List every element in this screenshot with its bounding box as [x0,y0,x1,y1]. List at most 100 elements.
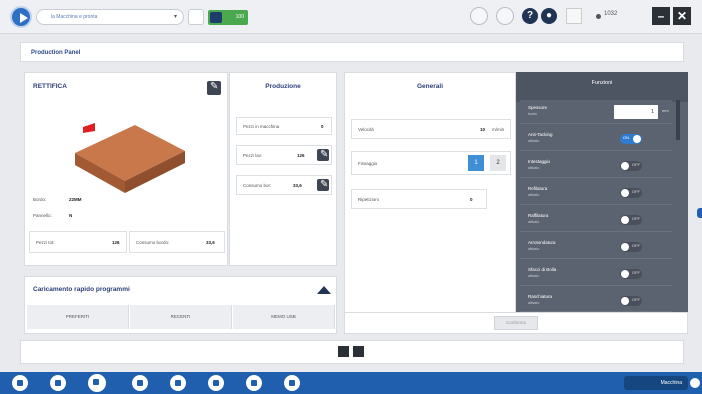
function-item: Refilatura attivato OFF [520,181,672,205]
status-green-badge: 100 [208,10,248,25]
program-selector-text: la Macchina e pronta [51,14,98,20]
playback-bar [20,340,684,364]
function-toggle[interactable]: OFF [620,161,642,171]
program-selector[interactable]: la Macchina e pronta ▾ [36,9,184,25]
play-small-icon[interactable] [353,346,364,357]
round-button-2[interactable] [496,7,514,25]
machine-status-badge[interactable]: Macchina [624,376,688,390]
pezzi-tot-field: Pezzi tot: 126 [29,231,127,253]
stop-icon[interactable] [338,346,349,357]
pezzi-value: 126 [112,240,120,245]
bordo-value: 22MM [69,197,82,202]
fissaggio-field: Fissaggio 1 2 [351,151,511,175]
reset-icon[interactable] [317,179,329,191]
close-button[interactable]: ✕ [673,7,691,25]
alert-icon[interactable] [208,375,224,391]
produzione-row: Consumo bor: 33,6 [236,175,332,195]
spessore-input[interactable]: 1 [614,105,658,119]
toggle-state: OFF [632,189,640,194]
produzione-card: Produzione Pezzi in macchina 0 Pezzi lav… [229,72,337,266]
toggle-state: OFF [632,216,640,221]
velocita-unit: m/min [492,127,505,132]
produzione-row: Pezzi in macchina 0 [236,117,332,135]
function-label: Raschiatura [528,294,553,299]
function-label: Arrotondatura [528,240,556,245]
function-sub: attivato [528,247,540,251]
reset-icon[interactable] [317,149,329,161]
ripetizioni-value[interactable]: 0 [470,197,473,202]
function-item: Intestaggio attivato OFF [520,154,672,178]
function-sub: attivato [528,193,540,197]
pannello-label: Pannello: [33,213,52,218]
toggle-knob [621,216,629,224]
funzioni-title: Funzioni [516,72,688,102]
scrollbar[interactable] [676,100,680,140]
toggle-knob [621,243,629,251]
top-toolbar: la Macchina e pronta ▾ 100 ? ● 1032 – ✕ [0,0,702,34]
spessore-unit: mm [662,108,669,113]
fissaggio-option-1[interactable]: 1 [468,155,484,171]
tools-icon[interactable] [132,375,148,391]
generali-title: Generali [416,83,443,90]
fissaggio-label: Fissaggio [358,161,378,166]
function-toggle[interactable]: OFF [620,269,642,279]
settings-icon[interactable] [284,375,300,391]
play-icon[interactable] [10,6,32,28]
function-label: Spessore [528,105,548,110]
help-icon[interactable]: ? [522,8,538,24]
pannello-value: N [69,213,73,218]
power-icon[interactable] [690,378,700,388]
tab-memo-usb[interactable]: MEMO USB [233,305,335,329]
round-button-1[interactable] [470,7,488,25]
function-toggle[interactable]: ON [620,134,642,144]
velocita-field: Velocità 10 m/min [351,119,511,139]
production-icon[interactable] [88,374,106,392]
function-toggle[interactable]: OFF [620,242,642,252]
velocita-value[interactable]: 10 [480,127,485,132]
machine-name: RETTIFICA [33,83,67,90]
home-icon[interactable] [12,375,28,391]
consumo-value: 33,6 [206,240,215,245]
tab-recenti[interactable]: RECENTI [130,305,232,329]
side-handle[interactable] [697,208,702,218]
tab-preferiti[interactable]: PREFERITI [27,305,129,329]
time-display: 1032 [604,11,618,17]
minimize-button[interactable]: – [652,7,670,25]
function-item: Raschiatura attivato OFF [520,289,672,312]
produzione-row-value: 33,6 [293,183,302,188]
toggle-state: OFF [632,270,640,275]
collapse-icon[interactable] [317,286,331,294]
clock-icon [596,14,601,19]
fissaggio-option-2[interactable]: 2 [490,155,506,171]
edit-icon[interactable] [207,81,221,95]
function-toggle[interactable]: OFF [620,296,642,306]
search-icon[interactable] [188,9,204,25]
toggle-knob [621,297,629,305]
produzione-title: Produzione [265,83,301,90]
function-item: Anti-Tacking attivato ON [520,127,672,151]
caricamento-title: Caricamento rapido programmi [33,286,130,293]
function-sub: attivato [528,139,540,143]
function-label: Anti-Tacking [528,132,553,137]
user-icon[interactable]: ● [541,8,557,24]
wrench-icon[interactable] [246,375,262,391]
function-sub: bordo [528,112,537,116]
confirm-button[interactable]: Conferma [494,316,538,330]
toggle-state: OFF [632,243,640,248]
velocita-label: Velocità [358,127,374,132]
function-toggle[interactable]: OFF [620,215,642,225]
blank-button[interactable] [566,8,582,24]
toggle-knob [621,162,629,170]
stats-icon[interactable] [170,375,186,391]
toggle-knob [633,135,641,143]
bordo-label: Bordo: [33,197,47,202]
machine-status-label: Macchina [660,380,682,386]
function-sub: attivato [528,220,540,224]
function-label: Refilatura [528,186,548,191]
function-toggle[interactable]: OFF [620,188,642,198]
toggle-state: OFF [632,162,640,167]
function-sub: attivato [528,301,540,305]
function-label: Raffilatura [528,213,549,218]
gauge-icon[interactable] [50,375,66,391]
generali-card: Generali Velocità 10 m/min Fissaggio 1 2… [344,72,516,334]
